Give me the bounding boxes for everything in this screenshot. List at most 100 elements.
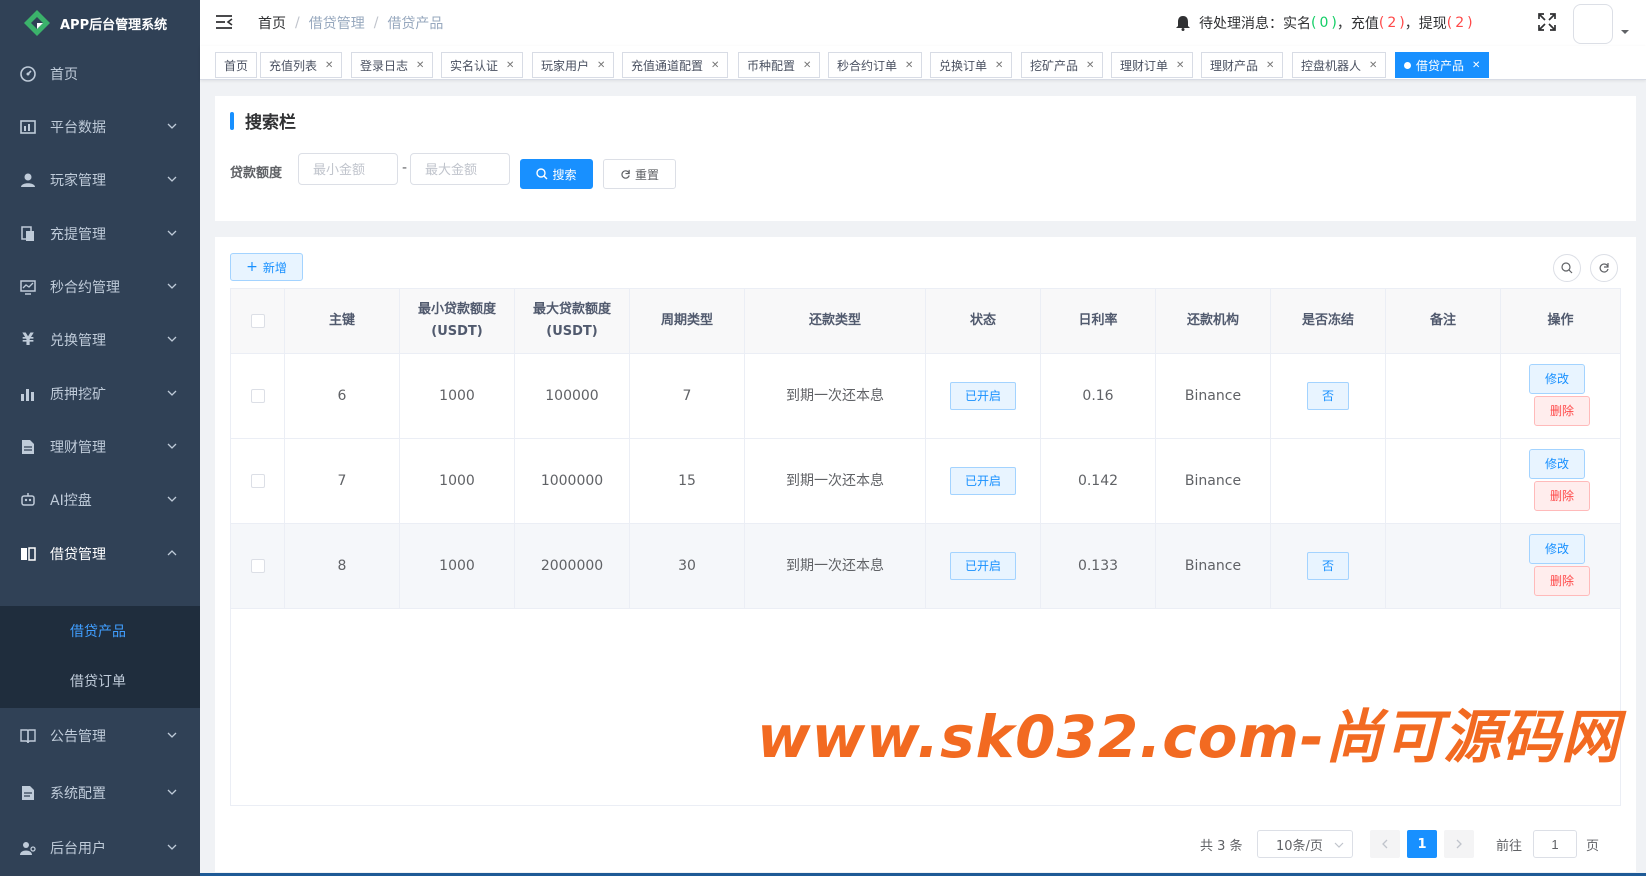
withdraw-count[interactable]: 2	[1455, 15, 1464, 31]
tag-mining-products[interactable]: 挖矿产品 ✕	[1021, 52, 1104, 78]
refresh-icon	[621, 169, 630, 179]
tag-label: 实名认证	[450, 58, 499, 73]
delete-button[interactable]: 删除	[1534, 481, 1590, 511]
loan-submenu: 借贷产品 借贷订单	[0, 606, 200, 708]
tag-loan-products[interactable]: 借贷产品 ✕	[1395, 52, 1490, 78]
sidebar-item-home[interactable]: 首页	[0, 46, 200, 102]
table-header: 还款机构	[1156, 289, 1271, 354]
tag-exchange-orders[interactable]: 兑换订单 ✕	[930, 52, 1013, 78]
delete-button[interactable]: 删除	[1534, 396, 1590, 426]
frozen-badge: 否	[1306, 382, 1349, 410]
recharge-label[interactable]: 充值	[1351, 13, 1379, 33]
submenu-item-loan-products[interactable]: 借贷产品	[0, 606, 200, 656]
notice-icon	[20, 728, 36, 744]
table-header: 主键	[285, 289, 400, 354]
breadcrumb-home[interactable]: 首页	[258, 13, 286, 33]
bell-icon[interactable]	[1175, 15, 1191, 31]
edit-button[interactable]: 修改	[1529, 534, 1585, 564]
tags-view: 首页 充值列表 ✕ 登录日志 ✕ 实名认证 ✕ 玩家用户 ✕ 充值通道配置 ✕ 币种配置 ✕…	[200, 46, 1646, 80]
close-icon[interactable]: ✕	[1472, 60, 1480, 71]
hamburger-menu-icon[interactable]	[214, 12, 234, 32]
next-page-button[interactable]	[1444, 830, 1474, 858]
tag-seconds-contract-orders[interactable]: 秒合约订单 ✕	[828, 52, 923, 78]
sidebar-item-loan[interactable]: 借贷管理	[0, 526, 200, 582]
close-icon[interactable]: ✕	[506, 60, 514, 71]
close-icon[interactable]: ✕	[597, 60, 605, 71]
page-size-select[interactable]: 10条/页	[1257, 830, 1353, 858]
sidebar-item-admin-users[interactable]: 后台用户	[0, 820, 200, 876]
tag-realname-auth[interactable]: 实名认证 ✕	[441, 52, 524, 78]
refresh-button[interactable]	[1590, 254, 1618, 282]
range-separator: -	[402, 160, 408, 176]
chevron-down-icon	[167, 123, 177, 129]
sidebar-item-platform-data[interactable]: 平台数据	[0, 99, 200, 155]
pending-messages: 待处理消息： 实名 (0)， 充值 (2)， 提现 (2)	[1175, 12, 1473, 34]
tag-wealth-orders[interactable]: 理财订单 ✕	[1111, 52, 1194, 78]
page-number-button[interactable]: 1	[1407, 830, 1437, 858]
add-button[interactable]: + 新增	[230, 253, 303, 281]
tag-recharge-list[interactable]: 充值列表 ✕	[260, 52, 343, 78]
sidebar-item-seconds-contract[interactable]: 秒合约管理	[0, 259, 200, 315]
min-amount-input[interactable]	[298, 153, 398, 185]
sidebar-item-wealth[interactable]: 理财管理	[0, 419, 200, 475]
sidebar-item-exchange[interactable]: ¥ 兑换管理	[0, 312, 200, 368]
toggle-search-button[interactable]	[1553, 254, 1581, 282]
withdraw-label[interactable]: 提现	[1419, 13, 1447, 33]
cell-frozen	[1271, 439, 1386, 524]
close-icon[interactable]: ✕	[1086, 60, 1094, 71]
tag-login-log[interactable]: 登录日志 ✕	[351, 52, 434, 78]
close-icon[interactable]: ✕	[803, 60, 811, 71]
avatar[interactable]	[1573, 4, 1613, 44]
goto-page-input[interactable]	[1533, 830, 1577, 858]
tag-home[interactable]: 首页	[215, 52, 258, 78]
sidebar-item-announcements[interactable]: 公告管理	[0, 708, 200, 764]
select-all-checkbox[interactable]	[250, 314, 265, 328]
sidebar-item-label: 秒合约管理	[50, 280, 120, 296]
close-icon[interactable]: ✕	[325, 60, 333, 71]
app-logo: APP后台管理系统	[0, 0, 200, 46]
tag-currency-config[interactable]: 币种配置 ✕	[738, 52, 821, 78]
row-checkbox[interactable]	[250, 389, 265, 403]
realname-label[interactable]: 实名	[1283, 13, 1311, 33]
row-select-cell	[231, 439, 285, 524]
dashboard-icon	[20, 66, 36, 82]
realname-count[interactable]: 0	[1319, 15, 1328, 31]
breadcrumb-loan-management: 借贷管理	[308, 16, 365, 32]
prev-page-button[interactable]	[1370, 830, 1400, 858]
sidebar-item-players[interactable]: 玩家管理	[0, 152, 200, 208]
sidebar-item-ai-control[interactable]: AI控盘	[0, 472, 200, 528]
tag-wealth-products[interactable]: 理财产品 ✕	[1201, 52, 1284, 78]
close-icon[interactable]: ✕	[995, 60, 1003, 71]
close-icon[interactable]: ✕	[1369, 60, 1377, 71]
row-checkbox[interactable]	[250, 559, 265, 573]
close-icon[interactable]: ✕	[1176, 60, 1184, 71]
bar-chart-icon	[20, 386, 36, 402]
chevron-down-icon	[167, 283, 177, 289]
close-icon[interactable]: ✕	[416, 60, 424, 71]
delete-button[interactable]: 删除	[1534, 566, 1590, 596]
max-amount-input[interactable]	[410, 153, 510, 185]
close-icon[interactable]: ✕	[905, 60, 913, 71]
recharge-count[interactable]: 2	[1387, 15, 1396, 31]
table-header: 是否冻结	[1271, 289, 1386, 354]
tag-recharge-channel-config[interactable]: 充值通道配置 ✕	[622, 52, 729, 78]
fullscreen-icon[interactable]	[1537, 12, 1557, 32]
sidebar-item-deposit-withdraw[interactable]: 充提管理	[0, 206, 200, 262]
reset-button[interactable]: 重置	[603, 159, 676, 189]
close-icon[interactable]: ✕	[1266, 60, 1274, 71]
edit-button[interactable]: 修改	[1529, 364, 1585, 394]
settings-icon	[20, 785, 36, 801]
sidebar-item-system-config[interactable]: 系统配置	[0, 765, 200, 821]
sidebar-item-staking-mining[interactable]: 质押挖矿	[0, 366, 200, 422]
submenu-item-loan-orders[interactable]: 借贷订单	[0, 656, 200, 706]
close-icon[interactable]: ✕	[711, 60, 719, 71]
sidebar-item-label: AI控盘	[50, 493, 92, 509]
edit-button[interactable]: 修改	[1529, 449, 1585, 479]
row-checkbox[interactable]	[250, 474, 265, 488]
caret-down-icon[interactable]	[1620, 28, 1630, 36]
tag-player-users[interactable]: 玩家用户 ✕	[532, 52, 615, 78]
status-badge: 已开启	[949, 382, 1016, 410]
search-button[interactable]: 搜索	[520, 159, 593, 189]
sidebar-item-label: 平台数据	[50, 120, 106, 136]
tag-control-robot[interactable]: 控盘机器人 ✕	[1292, 52, 1387, 78]
